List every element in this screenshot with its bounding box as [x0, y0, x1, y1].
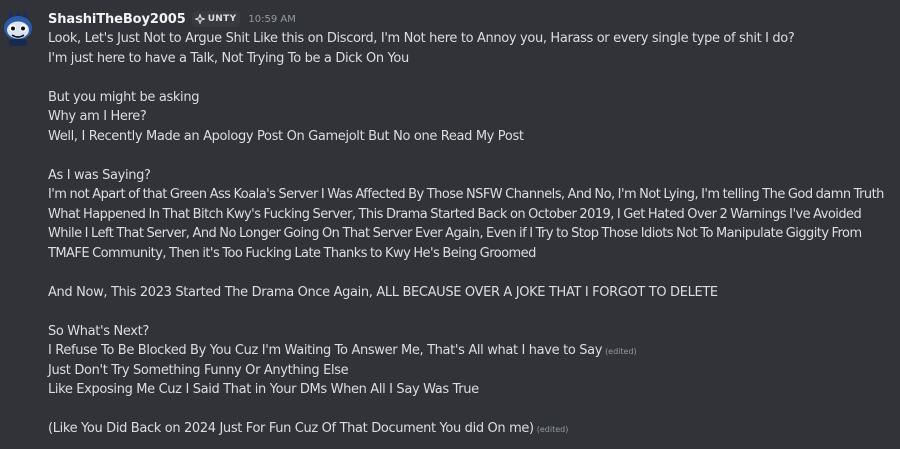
user-avatar[interactable] — [0, 8, 36, 48]
username[interactable]: ShashiTheBoy2005 — [48, 12, 186, 27]
message-line-text: (Like You Did Back on 2024 Just For Fun … — [48, 421, 534, 436]
edited-label: (edited) — [536, 425, 569, 434]
message-line: I Refuse To Be Blocked By You Cuz I'm Wa… — [48, 341, 896, 361]
message-timestamp: 10:59 AM — [248, 13, 296, 25]
message-line-text: I Refuse To Be Blocked By You Cuz I'm Wa… — [48, 343, 603, 358]
message-line: (Like You Did Back on 2024 Just For Fun … — [48, 419, 896, 439]
message-line: I'm just here to have a Talk, Not Trying… — [48, 50, 409, 66]
message-line: And Now, This 2023 Started The Drama Onc… — [48, 284, 718, 300]
blue-cartoon-avatar-icon — [4, 9, 32, 46]
message-line: Just Don't Try Something Funny Or Anythi… — [48, 362, 349, 378]
message-content: Look, Let's Just Not to Argue Shit Like … — [48, 29, 896, 439]
message-line: But you might be asking — [48, 89, 200, 105]
message-header: ShashiTheBoy2005 UNTY 10:59 AM — [48, 9, 296, 29]
edited-label: (edited) — [605, 347, 637, 356]
guild-tag-sparkle-icon — [194, 14, 205, 24]
message-line: Why am I Here? — [48, 109, 147, 124]
message-line: Look, Let's Just Not to Argue Shit Like … — [48, 31, 795, 46]
guild-tag-label: UNTY — [207, 14, 237, 24]
message-paragraph: I'm not Apart of that Green Ass Koala's … — [48, 187, 884, 261]
message-line: Well, I Recently Made an Apology Post On… — [48, 128, 524, 144]
message-line: So What's Next? — [48, 323, 149, 339]
message-line: Like Exposing Me Cuz I Said That in Your… — [48, 382, 479, 397]
guild-tag[interactable]: UNTY — [191, 11, 241, 27]
message-line: As I was Saying? — [48, 167, 151, 183]
chat-message: ShashiTheBoy2005 UNTY 10:59 AM Look, Let… — [0, 0, 900, 449]
